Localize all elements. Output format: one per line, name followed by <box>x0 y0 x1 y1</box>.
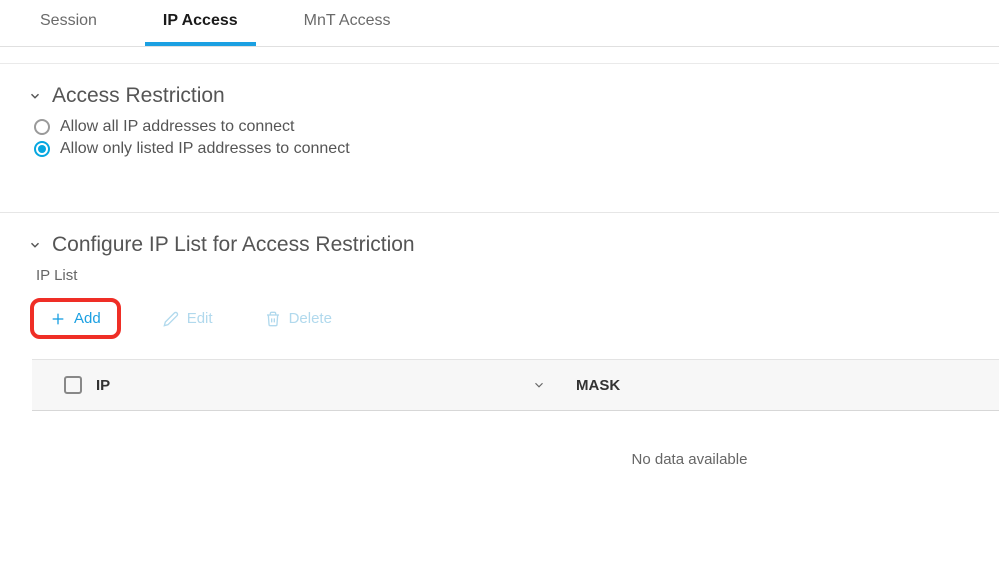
delete-button[interactable]: Delete <box>255 304 342 333</box>
edit-button[interactable]: Edit <box>153 304 223 333</box>
column-label: MASK <box>576 377 620 394</box>
empty-state-text: No data available <box>380 411 999 508</box>
pencil-icon <box>163 311 179 327</box>
header-checkbox-cell <box>32 376 96 394</box>
trash-icon <box>265 311 281 327</box>
radio-icon <box>34 119 50 135</box>
section-title: Configure IP List for Access Restriction <box>52 233 415 257</box>
tab-session[interactable]: Session <box>22 0 115 46</box>
tab-ip-access[interactable]: IP Access <box>145 0 256 46</box>
column-header-ip[interactable]: IP <box>96 377 576 394</box>
tabs-bar: Session IP Access MnT Access <box>0 0 999 47</box>
chevron-down-icon <box>26 236 44 254</box>
radio-allow-all[interactable]: Allow all IP addresses to connect <box>34 118 973 136</box>
configure-ip-list-section: Configure IP List for Access Restriction… <box>0 213 999 359</box>
radio-label: Allow only listed IP addresses to connec… <box>60 140 350 158</box>
section-header[interactable]: Access Restriction <box>26 84 973 108</box>
section-title: Access Restriction <box>52 84 225 108</box>
add-label: Add <box>74 310 101 327</box>
highlight-annotation: Add <box>30 298 121 339</box>
select-all-checkbox[interactable] <box>64 376 82 394</box>
ip-list-label: IP List <box>36 267 973 284</box>
radio-icon-selected <box>34 141 50 157</box>
chevron-down-icon <box>26 87 44 105</box>
column-label: IP <box>96 377 110 394</box>
table-header-row: IP MASK <box>32 359 999 411</box>
chevron-down-icon <box>532 378 546 392</box>
access-restriction-section: Access Restriction Allow all IP addresse… <box>0 64 999 172</box>
radio-group: Allow all IP addresses to connect Allow … <box>26 118 973 158</box>
section-header[interactable]: Configure IP List for Access Restriction <box>26 233 973 257</box>
delete-label: Delete <box>289 310 332 327</box>
radio-label: Allow all IP addresses to connect <box>60 118 295 136</box>
tab-mnt-access[interactable]: MnT Access <box>286 0 409 46</box>
radio-allow-listed[interactable]: Allow only listed IP addresses to connec… <box>34 140 973 158</box>
toolbar: Add Edit Delete <box>26 298 973 339</box>
edit-label: Edit <box>187 310 213 327</box>
column-header-mask[interactable]: MASK <box>576 377 620 394</box>
add-button[interactable]: Add <box>40 304 111 333</box>
plus-icon <box>50 311 66 327</box>
